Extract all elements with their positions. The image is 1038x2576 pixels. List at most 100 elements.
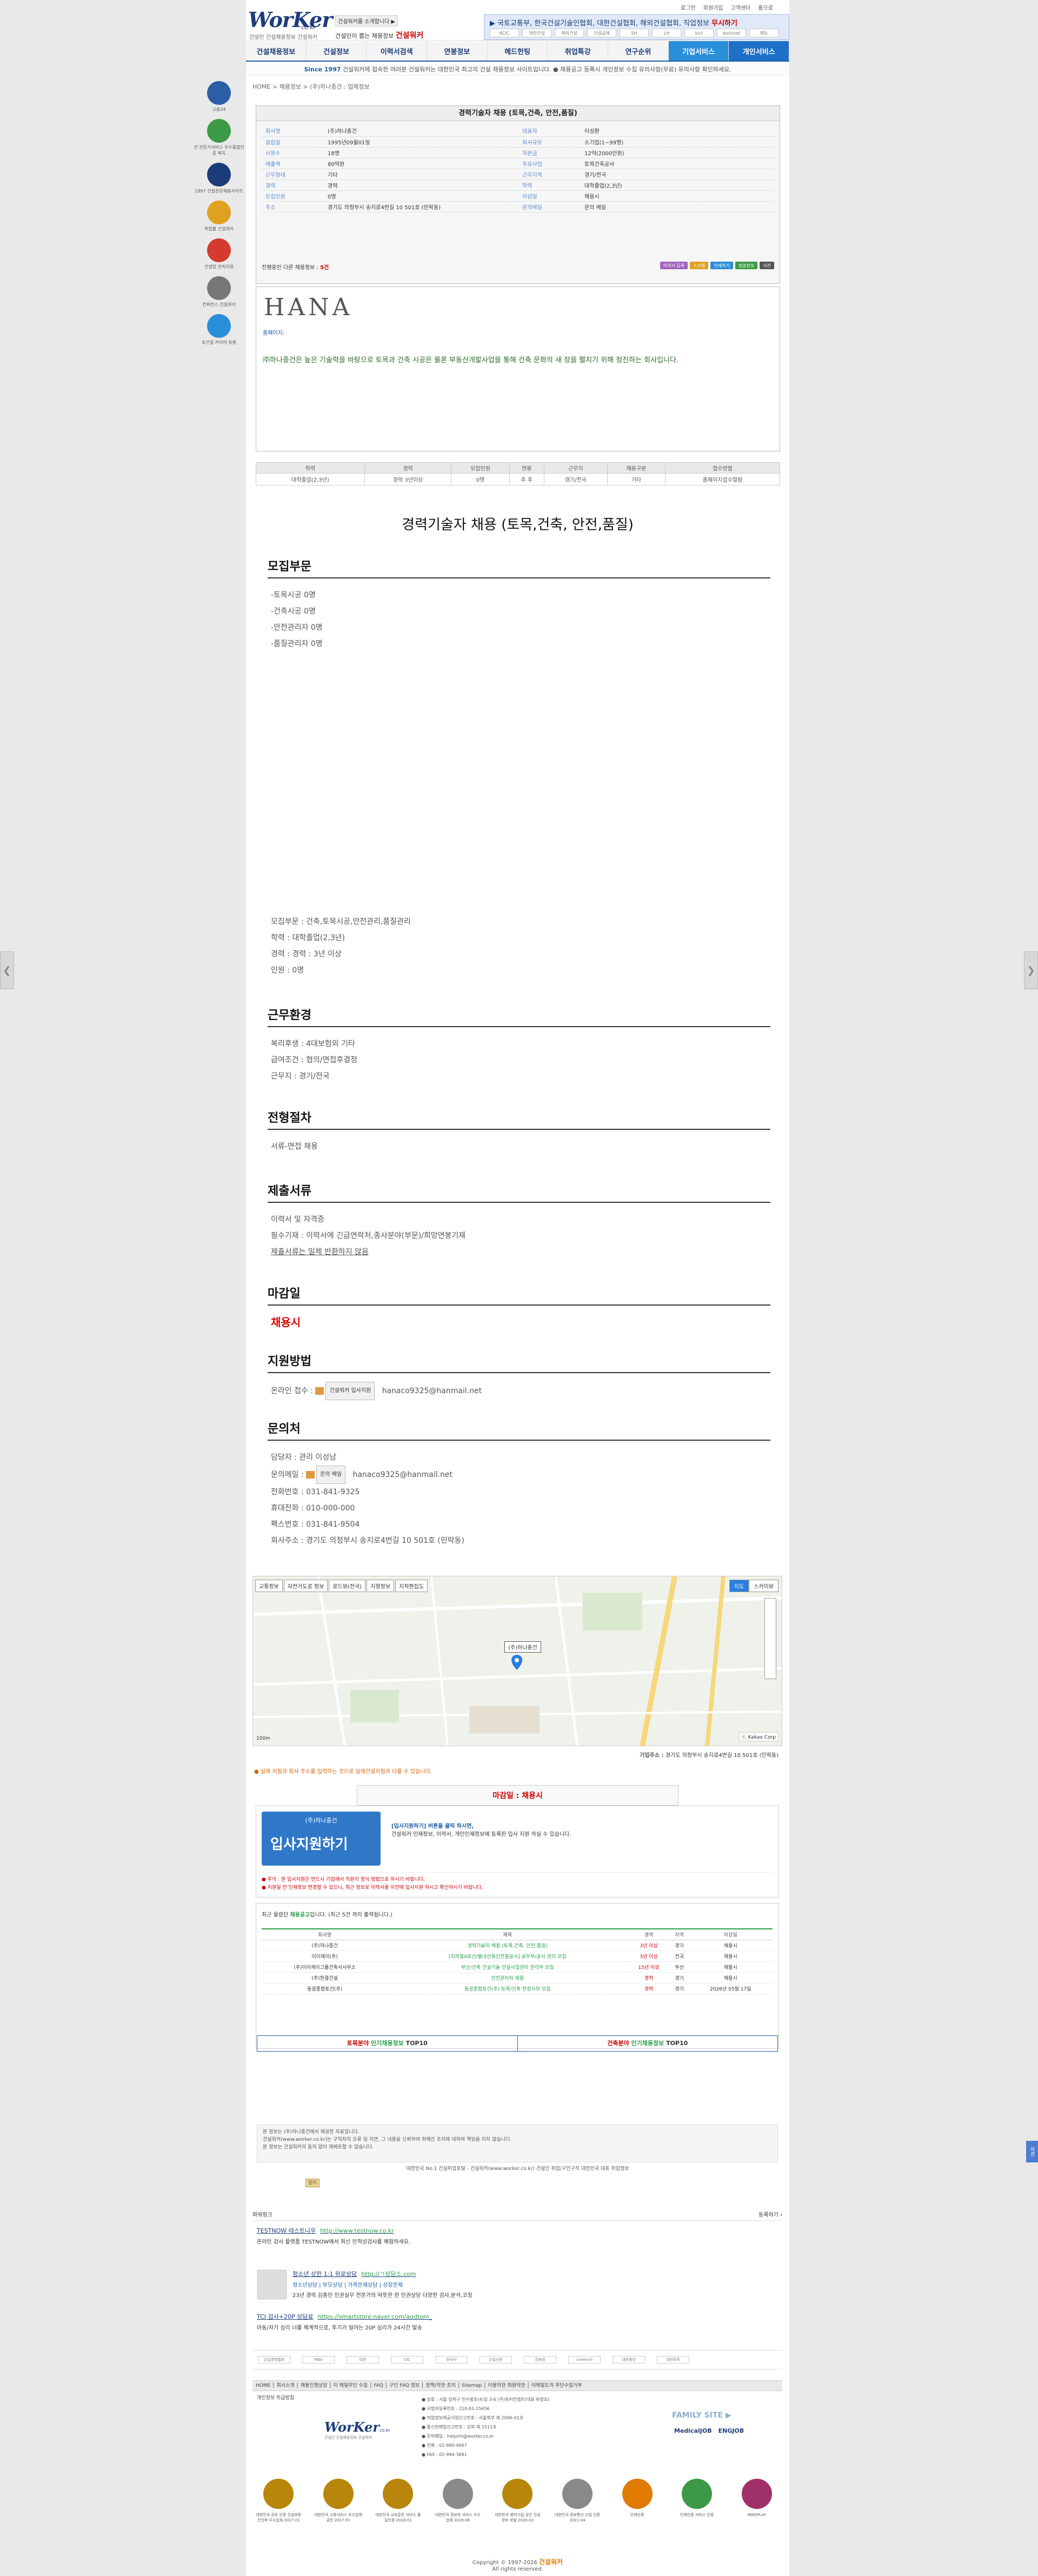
nav-item[interactable]: 연구순위 <box>608 41 669 61</box>
section-line: 급여조건 : 협의/면접후결정 <box>271 1056 358 1064</box>
quick-menu-item[interactable]: 건설업 전직지원 <box>192 238 246 270</box>
docs-notice-link[interactable]: 제출서류는 일체 반환하지 않음 <box>268 1244 770 1260</box>
online-apply-button[interactable]: 건설워커 입사지원 <box>325 1382 375 1400</box>
map-tab[interactable]: 지적편집도 <box>395 1580 428 1592</box>
location-map[interactable]: 교통정보 자전거도로 정보 로드뷰(전국) 지형정보 지적편집도 지도 스카이뷰 (주)하… <box>252 1576 782 1746</box>
apply-now-button[interactable]: (주)하나종건 입사지원하기 <box>262 1812 381 1866</box>
quick-menu-icon <box>207 81 231 105</box>
partner-logo[interactable]: CIC <box>391 2356 423 2364</box>
ticker-logo[interactable]: LH <box>652 29 681 37</box>
section-line: 필수기재 : 이력서에 긴급연락처,종사분야(부문)/희망연봉기재 <box>271 1232 466 1240</box>
map-zoom-control[interactable] <box>764 1598 776 1679</box>
ticker-logo[interactable]: kict <box>684 29 714 37</box>
left-scroll-arrow-icon[interactable]: ❮ <box>0 951 14 989</box>
ad-item[interactable]: TESTNOW 테스트나우 http://www.testnow.co.kr 온라… <box>257 2226 776 2245</box>
map-tab[interactable]: 자전거도로 정보 <box>283 1580 328 1592</box>
apply-box: (주)하나종건 입사지원하기 [입사지원하기] 버튼을 클릭 하시면, 건설워커 … <box>256 1806 779 1898</box>
family-site-link[interactable]: MedicalJOB <box>674 2427 712 2434</box>
summary-action-button[interactable]: 스크랩 <box>690 262 709 269</box>
quick-menu-item[interactable]: 1997 건설전문채용사이트 <box>192 163 246 194</box>
map-tab[interactable]: 교통정보 <box>255 1580 283 1592</box>
ticker-logo[interactable]: SH <box>620 29 649 37</box>
privacy-link[interactable]: 개인정보 취급방침 <box>257 2394 294 2401</box>
table-row[interactable]: (주)하나종건 경력기술자 채용 (토목,건축, 안전,품질) 3년 이상 경기 채용시 <box>262 1940 773 1951</box>
summary-key: 근무지역 <box>518 169 580 180</box>
footer-logo: WorKerco.kr 건설인 건설채용정보 건설워커 <box>324 2419 390 2440</box>
job-main-title: 경력기술자 채용 (토목,건축, 안전,품질) <box>402 517 634 533</box>
header-ticker[interactable]: ▶ 국토교통부, 한국건설기술인협회, 대한건설협회, 해외건설협회, 직업정보… <box>484 14 789 40</box>
posting-cell[interactable]: 안전관리자 채용 <box>388 1972 628 1983</box>
ad-item[interactable]: TCI 검사+20P 상담료 https://smartstore.naver.c… <box>257 2312 776 2331</box>
summary-action-button[interactable]: 인쇄하기 <box>710 262 733 269</box>
ticker-logo[interactable]: 건설공제 <box>587 29 616 37</box>
nav-item[interactable]: 연봉정보 <box>427 41 488 61</box>
ad-item[interactable]: 청소년 상한 1:1 위로상담 http://ㄱ상담소.com 청소년상담 | 부… <box>257 2269 776 2300</box>
other-postings-count[interactable]: 진행중인 다른 채용정보 : 5건 <box>262 263 329 271</box>
summary-action-button[interactable]: 사진 <box>760 262 774 269</box>
partner-logo[interactable]: 한국사 <box>435 2356 468 2364</box>
summary-action-button[interactable]: 맞춤정보 <box>735 262 758 269</box>
top-link[interactable]: 고객센터 <box>731 3 751 11</box>
top-link[interactable]: 회원가입 <box>703 3 723 11</box>
ads-register-link[interactable]: 등록하기 › <box>758 2210 782 2218</box>
summary-action-button[interactable]: 이력서 등록 <box>660 262 688 269</box>
posting-cell[interactable]: 경력기술자 채용 (토목,건축, 안전,품질) <box>388 1940 628 1951</box>
quick-menu-item[interactable]: 고용24 <box>192 81 246 112</box>
partner-logo[interactable]: 대한중앙 <box>613 2356 645 2364</box>
partner-logo[interactable]: 건축원 <box>524 2356 556 2364</box>
quick-menu-label: 건설업 전직지원 <box>204 264 234 269</box>
quick-menu-item[interactable]: 건 전문가서비스 우수중합인증 획득 <box>192 119 246 156</box>
map-mode-button[interactable]: 스카이뷰 <box>749 1580 778 1592</box>
building-top10-tab[interactable]: 건축분야 인기채용정보 TOP10 <box>518 2036 778 2051</box>
posting-header: 회사명 <box>262 1928 388 1940</box>
quick-menu-item[interactable]: 조건설 커리어 유형 <box>192 314 246 345</box>
ticker-logo[interactable]: 에듀 <box>749 29 778 37</box>
family-site-title[interactable]: FAMILY SITE ▶ <box>672 2411 765 2420</box>
map-pin-icon[interactable] <box>511 1655 522 1670</box>
header-promo[interactable]: 건설워커를 소개합니다 ▶ 건설인이 뽑는 채용정보 건설워커 <box>335 15 423 40</box>
table-row[interactable]: 동광종합토건(주) 동광종합토건(주) 토목/건축 현장사무 모집 경력 경기 2026… <box>262 1983 773 1994</box>
nav-item[interactable]: 이력서검색 <box>367 41 428 61</box>
partner-logo[interactable]: 대한토목 <box>657 2356 689 2364</box>
partner-logo[interactable]: MBA <box>302 2356 335 2364</box>
family-site-link[interactable]: ENGJOB <box>718 2427 744 2434</box>
close-button[interactable]: 닫기 <box>305 2179 320 2187</box>
map-mode-button[interactable]: 지도 <box>729 1580 749 1592</box>
inquiry-mail-button[interactable]: 문의 메일 <box>316 1466 346 1484</box>
quick-menu-item[interactable]: 취업률 건설워커 <box>192 201 246 232</box>
posting-cell[interactable]: 부산/건축 건설기술 건설사업관리 관리부 모집 <box>388 1961 628 1973</box>
table-row[interactable]: (주)한결건설 안전관리자 채용 경력 경기 채용시 <box>262 1972 773 1983</box>
ticker-logo[interactable]: worknet <box>717 29 746 37</box>
top-link[interactable]: 홈으로 <box>758 3 773 11</box>
partner-logo[interactable]: 건설경영협회 <box>258 2356 290 2364</box>
posting-cell[interactable]: 동광종합토건(주) 토목/건축 현장사무 모집 <box>388 1983 628 1994</box>
footer-nav[interactable]: HOME │ 회사소개 │ 채용진행상담 │ 이 메일무단 수집 │ FAQ │… <box>252 2380 782 2391</box>
right-scroll-arrow-icon[interactable]: ❯ <box>1024 951 1038 989</box>
partner-logo[interactable]: 건설신문 <box>480 2356 512 2364</box>
site-logo[interactable]: WorKer co.kr 건설인 건설채용정보 건설워커 <box>248 8 332 41</box>
quick-menu-item[interactable]: 컨퍼런스 건설워커 <box>192 276 246 308</box>
ticker-logo[interactable]: 해외건설 <box>555 29 584 37</box>
table-row[interactable]: 이이제이(주) [지하철8호선/별내선복선전철공사] 공무부/공사 관리 모집 3년… <box>262 1951 773 1962</box>
summary-value: 토목건축공사 <box>580 158 775 169</box>
nav-item[interactable]: 취업특강 <box>548 41 609 61</box>
nav-item[interactable]: 기업서비스 <box>668 41 729 61</box>
contact-email[interactable]: hanaco9325@hanmail.net <box>352 1470 453 1479</box>
map-tab[interactable]: 로드뷰(전국) <box>329 1580 366 1592</box>
apply-email[interactable]: hanaco9325@hanmail.net <box>382 1387 482 1395</box>
top-link[interactable]: 로그인 <box>681 3 696 11</box>
nav-item[interactable]: 개인서비스 <box>729 41 790 61</box>
nav-item[interactable]: 건설채용정보 <box>246 41 307 61</box>
civil-top10-tab[interactable]: 토목분야 인기채용정보 TOP10 <box>257 2036 518 2051</box>
posting-cell[interactable]: [지하철8호선/별내선복선전철공사] 공무부/공사 관리 모집 <box>388 1951 628 1962</box>
top10-tabs: 토목분야 인기채용정보 TOP10 건축분야 인기채용정보 TOP10 <box>257 2035 778 2052</box>
nav-item[interactable]: 건설정보 <box>307 41 367 61</box>
partner-logo[interactable]: 대한 <box>347 2356 379 2364</box>
ticker-logo[interactable]: KCIC <box>490 29 519 37</box>
map-tab[interactable]: 지형정보 <box>367 1580 395 1592</box>
partner-logo[interactable]: coretech <box>568 2356 601 2364</box>
feedback-tab[interactable]: 의견 <box>1026 2141 1038 2162</box>
table-row[interactable]: (주)이이제이그룹건축사사무소 부산/건축 건설기술 건설사업관리 관리부 모집 1… <box>262 1961 773 1973</box>
nav-item[interactable]: 헤드헌팅 <box>488 41 548 61</box>
ticker-logo[interactable]: 대한건설 <box>522 29 551 37</box>
